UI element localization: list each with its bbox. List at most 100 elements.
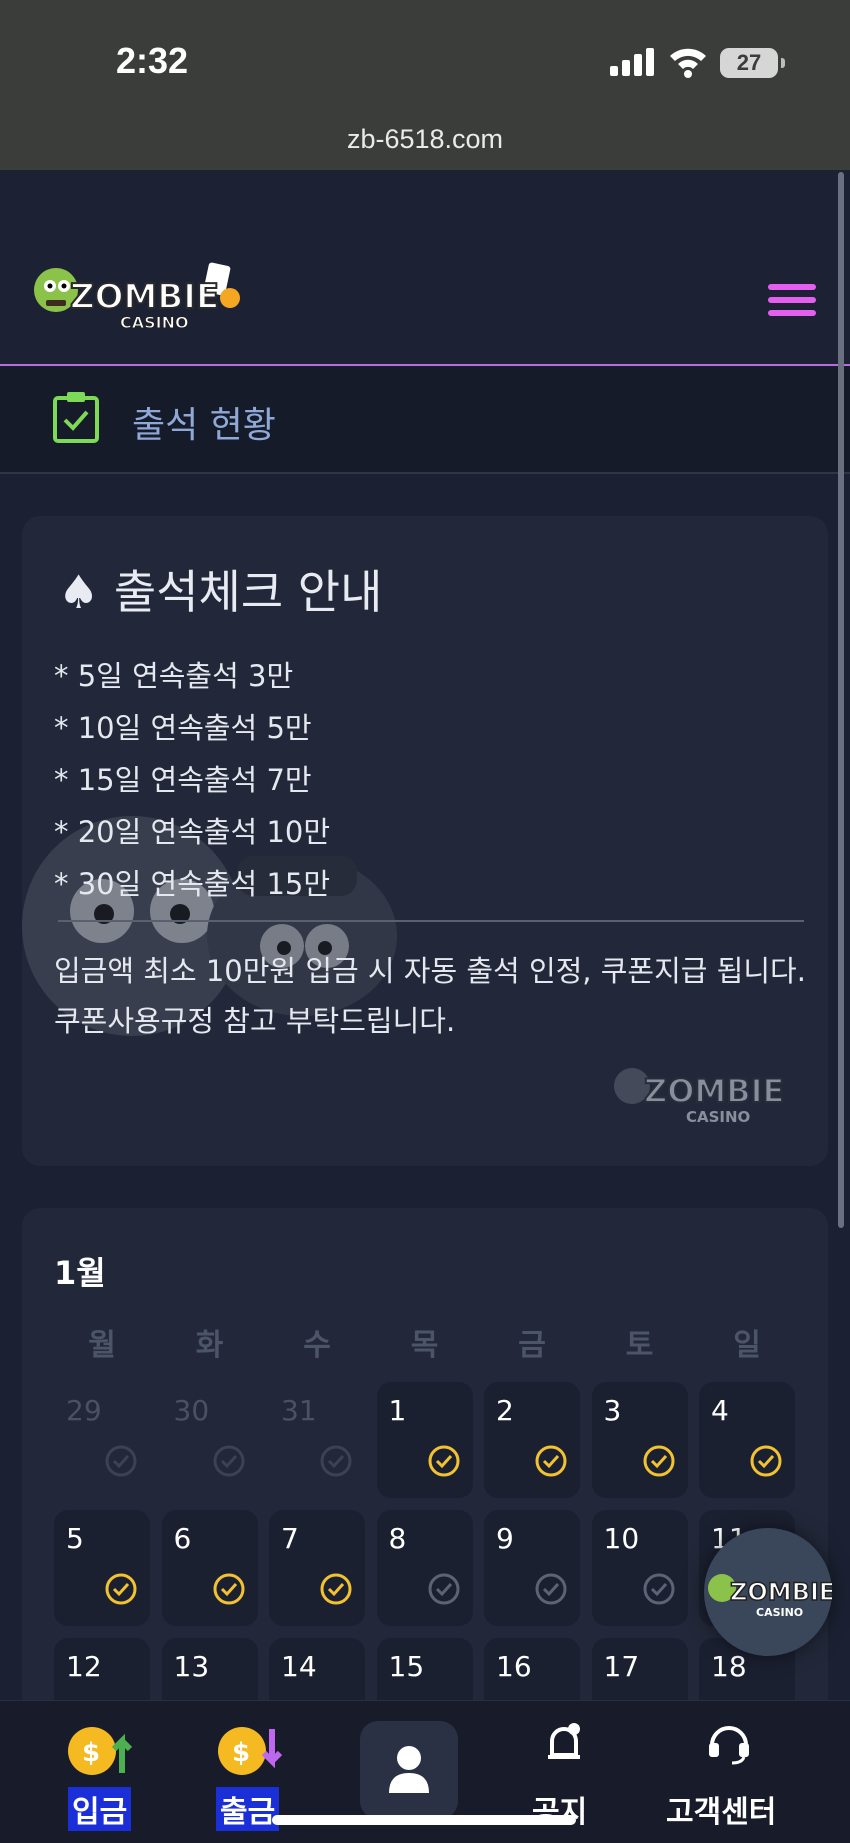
day-number: 5 xyxy=(66,1522,84,1555)
day-number: 14 xyxy=(281,1650,317,1683)
attendance-notice-card: ♠ 출석체크 안내 * 5일 연속출석 3만 * 10일 연속출석 5만 * 1… xyxy=(22,516,828,1166)
user-icon xyxy=(389,1746,429,1793)
day-number: 4 xyxy=(711,1394,729,1427)
calendar-day[interactable]: 9 xyxy=(484,1510,580,1626)
calendar-day[interactable]: 6 xyxy=(161,1510,258,1626)
weekday-header: 목 xyxy=(410,1328,439,1363)
svg-text:ZOMBIE: ZOMBIE xyxy=(730,1578,832,1606)
day-number: 16 xyxy=(496,1650,532,1683)
svg-text:ZOMBIE: ZOMBIE xyxy=(644,1072,784,1110)
check-circle-empty-icon xyxy=(428,1573,459,1605)
scrollbar[interactable] xyxy=(838,172,844,1228)
check-circle-icon xyxy=(428,1445,459,1477)
zombie-casino-logo: ZOMBIE CASINO xyxy=(708,1574,832,1619)
day-number: 10 xyxy=(603,1522,640,1555)
nav-deposit-label: 입금 xyxy=(68,1787,132,1831)
zombie-casino-logo[interactable]: ZOMBIE CASINO xyxy=(30,256,250,336)
calendar-day[interactable]: 30 xyxy=(162,1382,258,1498)
clipboard-check-icon xyxy=(53,392,99,443)
page: 2:32 27 zb-6518.com ZOMBIE CASINO 출석 현황 … xyxy=(0,0,850,1843)
svg-text:CASINO: CASINO xyxy=(686,1108,750,1126)
weekday-header: 화 xyxy=(195,1328,224,1363)
day-number: 30 xyxy=(173,1394,210,1427)
svg-text:$: $ xyxy=(232,1738,250,1768)
check-circle-icon xyxy=(320,1573,352,1605)
check-circle-icon xyxy=(213,1573,244,1605)
rule-item: * 10일 연속출석 5만 xyxy=(54,711,312,745)
rule-item: * 5일 연속출석 3만 xyxy=(54,659,294,693)
status-time: 2:32 xyxy=(116,40,189,81)
svg-text:CASINO: CASINO xyxy=(120,313,189,332)
url-bar[interactable]: zb-6518.com xyxy=(0,124,850,155)
coin-withdraw-icon: $ xyxy=(218,1727,283,1775)
floating-logo-button[interactable]: ZOMBIE CASINO xyxy=(704,1528,832,1656)
svg-text:$: $ xyxy=(82,1738,100,1768)
notice-desc-line: 입금액 최소 10만원 입금 시 자동 출석 인정, 쿠폰지급 됩니다. xyxy=(54,954,806,988)
day-number: 7 xyxy=(281,1522,299,1555)
nav-profile[interactable] xyxy=(360,1721,458,1819)
day-number: 29 xyxy=(66,1394,102,1427)
day-number: 15 xyxy=(388,1650,425,1683)
wifi-icon xyxy=(670,48,706,78)
day-number: 17 xyxy=(603,1650,640,1683)
coin-deposit-icon: $ xyxy=(68,1727,133,1775)
home-indicator xyxy=(272,1815,576,1825)
calendar-day[interactable]: 7 xyxy=(269,1510,365,1626)
day-number: 2 xyxy=(496,1394,514,1427)
bell-icon xyxy=(548,1723,580,1759)
calendar-day[interactable]: 3 xyxy=(591,1382,688,1498)
hamburger-menu-button[interactable] xyxy=(768,284,816,324)
zombie-casino-watermark-logo: ZOMBIE CASINO xyxy=(614,1068,785,1126)
calendar-month: 1월 xyxy=(54,1254,106,1292)
notice-desc-line: 쿠폰사용규정 참고 부탁드립니다. xyxy=(54,1004,456,1038)
site-header: ZOMBIE CASINO xyxy=(0,170,850,366)
menu-bar-icon xyxy=(768,297,816,303)
signal-icon xyxy=(610,48,654,76)
battery-icon: 27 xyxy=(720,48,785,78)
nav-support[interactable]: 고객센터 xyxy=(666,1701,796,1843)
check-circle-empty-icon xyxy=(105,1445,137,1477)
day-number: 6 xyxy=(173,1522,192,1555)
calendar-day[interactable]: 10 xyxy=(591,1510,688,1626)
check-circle-empty-icon xyxy=(643,1573,674,1605)
day-number: 18 xyxy=(711,1650,747,1683)
menu-bar-icon xyxy=(768,310,816,316)
menu-bar-icon xyxy=(768,284,816,290)
calendar-day[interactable]: 5 xyxy=(54,1510,150,1626)
status-bar: 2:32 27 zb-6518.com xyxy=(0,0,850,170)
day-number: 1 xyxy=(388,1394,407,1427)
rule-item: * 15일 연속출석 7만 xyxy=(54,763,312,797)
check-circle-empty-icon xyxy=(535,1573,567,1605)
check-circle-icon xyxy=(750,1445,782,1477)
day-number: 31 xyxy=(281,1394,317,1427)
calendar-day[interactable]: 4 xyxy=(699,1382,795,1498)
calendar-day[interactable]: 29 xyxy=(54,1382,150,1498)
day-number: 13 xyxy=(173,1650,210,1683)
calendar-day[interactable]: 8 xyxy=(376,1510,473,1626)
check-circle-icon xyxy=(643,1445,674,1477)
nav-deposit[interactable]: $ 입금 xyxy=(60,1701,150,1843)
calendar-day[interactable]: 1 xyxy=(376,1382,473,1498)
spade-icon: ♠ xyxy=(58,565,100,619)
nav-withdraw-label: 출금 xyxy=(216,1787,280,1831)
weekday-header: 월 xyxy=(88,1328,116,1363)
page-title: 출석 현황 xyxy=(132,405,276,446)
page-title-bar: 출석 현황 xyxy=(0,366,850,474)
calendar-day[interactable]: 2 xyxy=(484,1382,580,1498)
weekday-header: 수 xyxy=(303,1328,331,1363)
calendar-day[interactable]: 31 xyxy=(269,1382,365,1498)
weekday-header: 일 xyxy=(733,1328,761,1363)
check-circle-empty-icon xyxy=(213,1445,244,1477)
day-number: 8 xyxy=(388,1522,407,1555)
weekday-header: 금 xyxy=(518,1328,546,1363)
day-number: 12 xyxy=(66,1650,102,1683)
divider xyxy=(58,920,804,922)
check-circle-icon xyxy=(535,1445,567,1477)
nav-support-label: 고객센터 xyxy=(666,1795,777,1830)
svg-text:ZOMBIE: ZOMBIE xyxy=(70,277,219,317)
svg-text:CASINO: CASINO xyxy=(756,1606,803,1619)
day-number: 3 xyxy=(603,1394,622,1427)
notice-title: ♠ 출석체크 안내 xyxy=(58,556,382,622)
day-number: 9 xyxy=(496,1522,514,1555)
rule-item: * 30일 연속출석 15만 xyxy=(54,867,331,901)
